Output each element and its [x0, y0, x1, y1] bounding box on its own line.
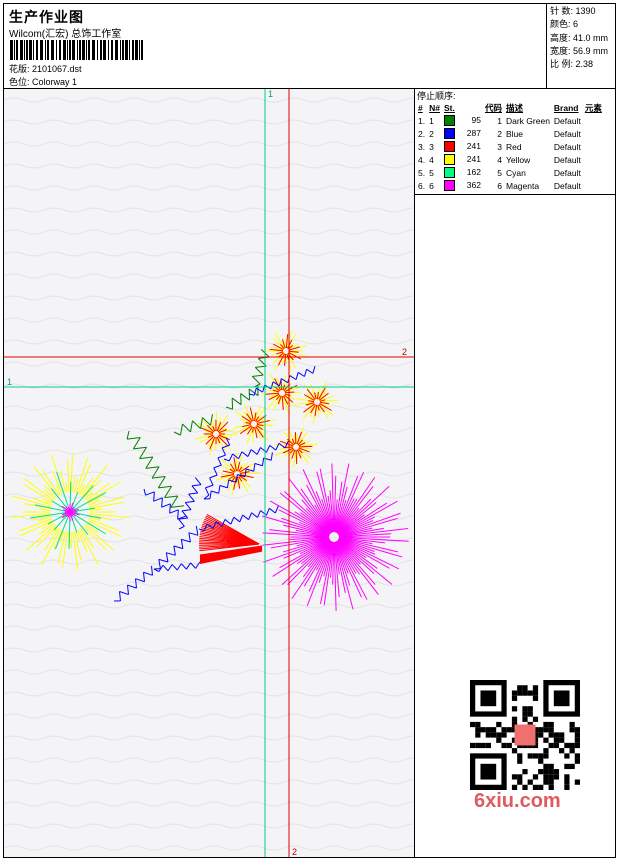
stitch-count: 95 [471, 114, 481, 125]
cell-el [583, 114, 604, 127]
design-height: 高度: 41.0 mm [550, 32, 609, 43]
column-header: N# [429, 102, 440, 113]
cell-brand: Default [553, 115, 581, 126]
stitch-count: 针 数: 1390 [550, 6, 596, 16]
stitch-count: 287 [466, 127, 481, 138]
cell-el [583, 166, 604, 179]
panel-divider [415, 194, 615, 195]
stitch-count-cell: 95 [442, 114, 483, 127]
design-canvas[interactable]: 1 2 1 2 [4, 89, 414, 857]
design-scale: 比 例: 2.38 [550, 59, 594, 70]
stop-sequence-table: # N# St. 代码 描述 Brand 元素 1. 1 95 1 Dark Green Defaul… [416, 101, 604, 192]
stitch-count-cell: 287 [442, 127, 483, 140]
cell-nn: 3 [429, 141, 434, 152]
stitch-count: 162 [466, 166, 481, 177]
cell-code: 1 [497, 115, 502, 126]
header-divider [546, 3, 547, 89]
cell-brand: Default [553, 154, 581, 165]
embroidery-preview [4, 89, 414, 857]
color-swatch [443, 154, 455, 166]
design-width: 宽度: 56.9 mm [550, 45, 609, 56]
column-header: 元素 [584, 102, 602, 113]
cell-brand: Default [553, 141, 581, 152]
cell-code: 2 [497, 128, 502, 139]
cell-desc: Magenta [505, 180, 540, 191]
cell-brand: Default [553, 128, 581, 139]
stitch-count-cell: 241 [442, 140, 483, 153]
column-header: 代码 [484, 102, 502, 113]
stitch-count-cell: 241 [442, 153, 483, 166]
cell-el [583, 179, 604, 192]
cell-n: 5. [418, 167, 426, 178]
cell-code: 4 [497, 154, 502, 165]
column-header: St. [443, 102, 455, 113]
color-count: 颜色: 6 [550, 19, 579, 30]
cell-nn: 1 [429, 115, 434, 126]
cell-desc: Red [505, 141, 522, 152]
guide-v2-label: 2 [292, 847, 298, 857]
page-title: 生产作业图 [9, 9, 84, 25]
cell-n: 3. [418, 141, 426, 152]
guide-v1-label: 1 [268, 89, 274, 99]
cell-code: 5 [497, 167, 502, 178]
header: 生产作业图 Wilcom(汇宏) 总饰工作室 花版: 2101067.dst 色… [3, 3, 616, 89]
cell-code: 6 [497, 180, 502, 191]
column-header: Brand [553, 102, 579, 113]
cell-nn: 2 [429, 128, 434, 139]
cell-el [583, 140, 604, 153]
guide-h2-label: 2 [402, 347, 408, 357]
table-row: 6. 6 362 6 Magenta Default [416, 179, 604, 192]
cell-n: 4. [418, 154, 426, 165]
cell-desc: Dark Green [505, 115, 550, 126]
colorway-label: 色位: Colorway 1 [9, 77, 78, 87]
stitch-count: 241 [466, 140, 481, 151]
watermark-logo: 6xiu.com [474, 790, 561, 812]
cell-code: 3 [497, 141, 502, 152]
cell-n: 2. [418, 128, 426, 139]
guide-h1-label: 1 [7, 377, 13, 387]
stitch-count: 241 [466, 153, 481, 164]
cell-brand: Default [553, 180, 581, 191]
table-row: 5. 5 162 5 Cyan Default [416, 166, 604, 179]
design-stats: 针 数: 1390 颜色: 6 高度: 41.0 mm 宽度: 56.9 mm … [550, 5, 608, 71]
table-row: 3. 3 241 3 Red Default [416, 140, 604, 153]
cell-n: 1. [418, 115, 426, 126]
table-row: 4. 4 241 4 Yellow Default [416, 153, 604, 166]
color-swatch [443, 115, 455, 127]
cell-nn: 5 [429, 167, 434, 178]
color-swatch [443, 167, 455, 179]
qr-code [470, 680, 580, 790]
stitch-count-cell: 162 [442, 166, 483, 179]
table-row: 2. 2 287 2 Blue Default [416, 127, 604, 140]
cell-desc: Yellow [505, 154, 531, 165]
cell-n: 6. [418, 180, 426, 191]
cell-el [583, 127, 604, 140]
barcode [10, 40, 143, 60]
cell-nn: 4 [429, 154, 434, 165]
cell-desc: Blue [505, 128, 523, 139]
table-row: 1. 1 95 1 Dark Green Default [416, 114, 604, 127]
cell-el [583, 153, 604, 166]
color-swatch [443, 128, 455, 140]
cell-nn: 6 [429, 180, 434, 191]
column-header: 描述 [505, 102, 523, 113]
company-name: Wilcom(汇宏) 总饰工作室 [9, 29, 122, 40]
color-swatch [443, 141, 455, 153]
color-swatch [443, 180, 455, 192]
cell-desc: Cyan [505, 167, 526, 178]
cell-brand: Default [553, 167, 581, 178]
stitch-count: 362 [466, 179, 481, 190]
design-file-label: 花版: 2101067.dst [9, 64, 82, 74]
column-header: # [418, 102, 423, 113]
stitch-count-cell: 362 [442, 179, 483, 192]
